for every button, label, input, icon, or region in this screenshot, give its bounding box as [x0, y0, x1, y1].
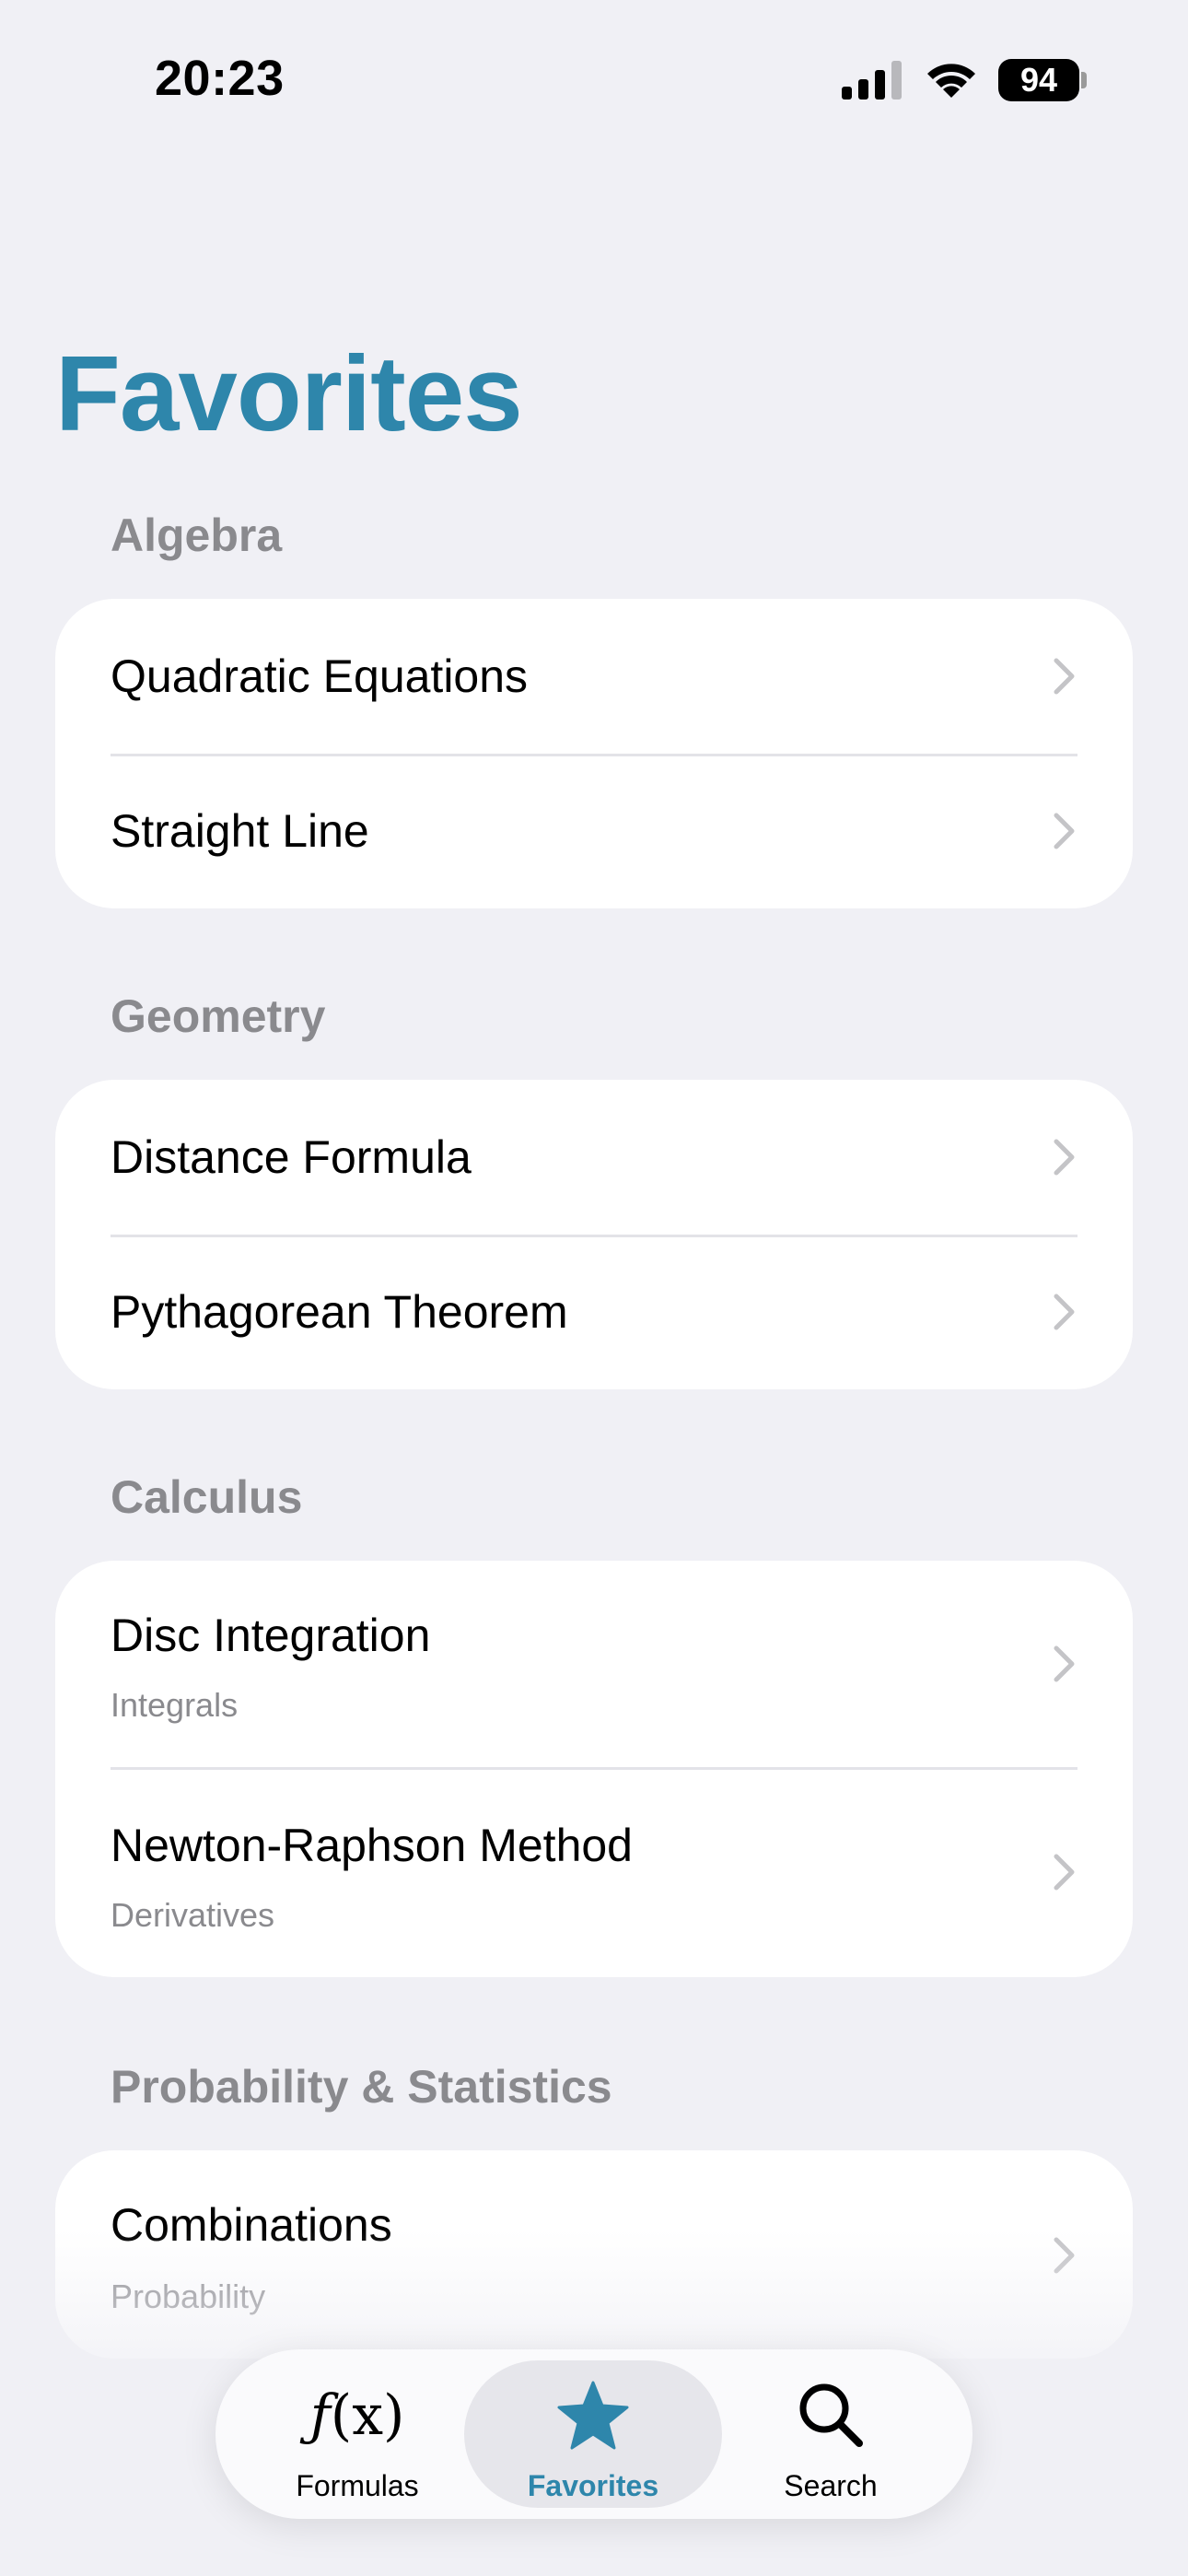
- list-item-title: Combinations: [111, 2199, 392, 2251]
- cellular-signal-icon: [842, 61, 902, 100]
- list-item-title: Pythagorean Theorem: [111, 1286, 568, 1338]
- tab-label: Search: [784, 2469, 878, 2502]
- list-item-subtitle: Probability: [111, 2277, 266, 2315]
- tab-search[interactable]: Search: [702, 2360, 960, 2508]
- chevron-right-icon: [1054, 658, 1075, 695]
- list-item-title: Quadratic Equations: [111, 650, 529, 702]
- chevron-right-icon: [1054, 1854, 1075, 1891]
- battery-icon: 94: [998, 59, 1079, 101]
- section-header-probability-statistics: Probability & Statistics: [111, 2061, 612, 2113]
- search-icon: [799, 2383, 863, 2447]
- tab-label: Formulas: [296, 2469, 419, 2502]
- list-item-title: Distance Formula: [111, 1131, 472, 1183]
- chevron-right-icon: [1054, 1294, 1075, 1330]
- list-item-title: Disc Integration: [111, 1610, 431, 1661]
- section-card-probability-statistics: Combinations Probability: [55, 2150, 1133, 2359]
- list-item-subtitle: Integrals: [111, 1686, 239, 1724]
- chevron-right-icon: [1054, 1139, 1075, 1176]
- list-item-subtitle: Derivatives: [111, 1896, 275, 1934]
- list-item-newton-raphson-method[interactable]: Newton-Raphson Method Derivatives: [55, 1767, 1133, 1977]
- section-card-calculus: Disc Integration Integrals Newton-Raphso…: [55, 1561, 1133, 1977]
- section-header-calculus: Calculus: [111, 1471, 303, 1523]
- tab-favorites[interactable]: Favorites: [464, 2360, 722, 2508]
- page-title: Favorites: [55, 334, 523, 453]
- section-card-algebra: Quadratic Equations Straight Line: [55, 599, 1133, 908]
- section-card-geometry: Distance Formula Pythagorean Theorem: [55, 1080, 1133, 1389]
- tab-bar: ƒ(x) Formulas Favorites Search: [215, 2349, 973, 2519]
- chevron-right-icon: [1054, 1645, 1075, 1682]
- status-bar: 20:23 94: [0, 0, 1188, 157]
- list-item-title: Straight Line: [111, 805, 369, 857]
- star-icon: [557, 2381, 629, 2450]
- battery-tip: [1081, 72, 1087, 88]
- list-item-distance-formula[interactable]: Distance Formula: [55, 1080, 1133, 1235]
- status-time: 20:23: [155, 51, 285, 106]
- list-item-quadratic-equations[interactable]: Quadratic Equations: [55, 599, 1133, 754]
- chevron-right-icon: [1054, 2237, 1075, 2274]
- function-icon: ƒ(x): [309, 2383, 405, 2448]
- section-header-geometry: Geometry: [111, 990, 326, 1042]
- wifi-icon: [927, 64, 975, 98]
- list-item-pythagorean-theorem[interactable]: Pythagorean Theorem: [55, 1235, 1133, 1389]
- list-item-combinations[interactable]: Combinations Probability: [55, 2150, 1133, 2359]
- chevron-right-icon: [1054, 813, 1075, 849]
- list-item-title: Newton-Raphson Method: [111, 1820, 633, 1871]
- tab-formulas[interactable]: ƒ(x) Formulas: [228, 2360, 486, 2508]
- tab-label: Favorites: [527, 2469, 659, 2502]
- list-item-straight-line[interactable]: Straight Line: [55, 754, 1133, 908]
- favorites-screen: 20:23 94 Favorites Algebra Quadratic Equ…: [0, 0, 1188, 2576]
- list-item-disc-integration[interactable]: Disc Integration Integrals: [55, 1561, 1133, 1767]
- section-header-algebra: Algebra: [111, 509, 283, 561]
